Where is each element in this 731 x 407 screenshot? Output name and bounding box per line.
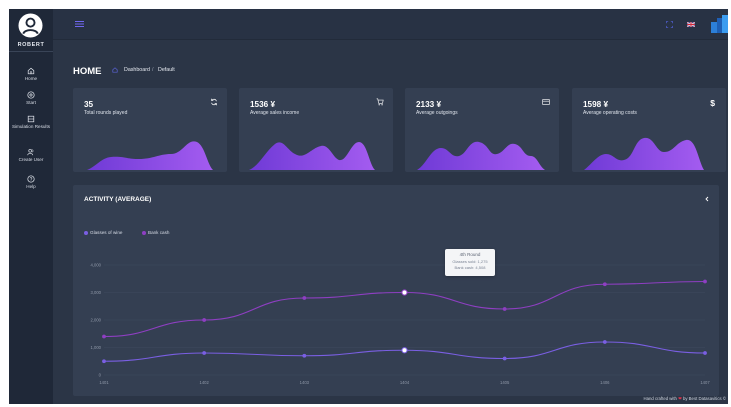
y-tick-label: 0 [99, 373, 102, 378]
user-name: ROBERT [17, 42, 45, 48]
y-tick-label: 2,000 [91, 318, 102, 323]
logo-icon[interactable] [711, 15, 728, 33]
breadcrumb-dashboard[interactable]: Dashboard [124, 67, 150, 73]
card-value: 2133 ¥ [416, 100, 442, 109]
footer-prefix: Hand crafted with [643, 396, 677, 401]
card-wave-chart [417, 141, 545, 170]
cart-icon [376, 98, 384, 106]
data-point [502, 356, 507, 361]
y-tick-label: 3,000 [91, 290, 102, 295]
heart-icon: ❤ [678, 396, 682, 401]
sidebar-item-create-user[interactable]: Create User [9, 148, 53, 163]
uk-flag-icon[interactable] [687, 22, 695, 27]
card-label: Average sales income [250, 110, 300, 116]
data-point [302, 353, 307, 358]
card-label: Total rounds played [84, 110, 128, 116]
activity-line-chart: 0 1,000 2,000 3,000 4,000 1401 1402 1403 1404 140… [91, 263, 711, 386]
sidebar: ROBERT Home Start Simulation Results Cre… [9, 9, 53, 404]
chart-tooltip: 4th Round Glasses sold: 1,275 Bank cash:… [445, 249, 495, 276]
breadcrumb-home-icon[interactable] [112, 67, 118, 73]
card-value: 1536 ¥ [250, 100, 276, 109]
x-tick-label: 1405 [500, 380, 510, 385]
play-circle-icon [27, 91, 35, 99]
sidebar-item-label: Help [26, 184, 36, 189]
breadcrumb-separator: / [152, 67, 154, 73]
refresh-icon [211, 98, 217, 106]
help-circle-icon [27, 175, 35, 183]
sidebar-item-home[interactable]: Home [9, 67, 53, 82]
data-point [202, 351, 207, 355]
results-icon [27, 115, 35, 123]
y-tick-label: 1,000 [91, 345, 102, 350]
dollar-icon: $ [710, 98, 715, 108]
sidebar-item-label: Start [26, 100, 36, 105]
card-wave-chart [87, 141, 213, 170]
tooltip-title: 4th Round [459, 252, 481, 257]
users-icon [27, 149, 34, 156]
x-tick-label: 1402 [200, 380, 210, 385]
fullscreen-icon[interactable] [666, 21, 673, 28]
tooltip-line: Glasses sold: 1,275 [452, 258, 488, 264]
data-point [401, 347, 408, 354]
tooltip-line: Bank cash: 4,508 [454, 265, 486, 270]
data-point [602, 282, 607, 287]
card-label: Average outgoings [416, 110, 458, 116]
data-point [302, 296, 307, 300]
breadcrumb-default[interactable]: Default [158, 67, 175, 73]
data-point [703, 279, 707, 284]
x-tick-label: 1404 [400, 380, 410, 385]
home-icon [27, 67, 35, 75]
sidebar-item-help[interactable]: Help [9, 175, 53, 190]
data-point [102, 334, 106, 339]
wallet-icon [542, 99, 550, 105]
data-point [602, 340, 607, 344]
card-wave-chart [249, 142, 375, 170]
y-tick-label: 4,000 [91, 263, 102, 268]
avatar-icon[interactable] [18, 13, 43, 38]
topbar [53, 9, 728, 40]
data-point [102, 359, 106, 364]
x-tick-label: 1406 [600, 380, 610, 385]
card-wave-chart [584, 137, 704, 170]
card-value: 35 [84, 100, 94, 109]
footer: Hand crafted with ❤ by Best Datasavitics… [644, 396, 727, 402]
data-point [703, 351, 707, 355]
card-label: Average operating costs [583, 110, 637, 116]
menu-icon[interactable] [75, 20, 84, 28]
app-frame: ROBERT Home Start Simulation Results Cre… [9, 9, 728, 404]
stat-card-operating-costs: 1598 ¥ Average operating costs $ [572, 88, 726, 172]
x-tick-label: 1407 [700, 380, 710, 385]
activity-panel: ACTIVITY (AVERAGE) Glasses of wine Bank … [73, 185, 719, 396]
stat-card-rounds: 35 Total rounds played [73, 88, 227, 172]
data-point [401, 289, 408, 296]
sidebar-item-simulation-results[interactable]: Simulation Results [9, 115, 53, 130]
card-value: 1598 ¥ [583, 100, 609, 109]
data-point [502, 307, 507, 311]
page-title: HOME [73, 66, 102, 77]
sidebar-item-label: Create User [18, 157, 44, 162]
stat-card-outgoings: 2133 ¥ Average outgoings [405, 88, 559, 172]
sidebar-item-label: Simulation Results [11, 124, 51, 129]
sidebar-item-start[interactable]: Start [9, 91, 53, 106]
sidebar-item-label: Home [24, 76, 38, 81]
x-tick-label: 1403 [300, 380, 310, 385]
stat-card-sales-income: 1536 ¥ Average sales income [239, 88, 393, 172]
x-tick-label: 1401 [99, 380, 109, 385]
footer-suffix: by Best Datasavitics © [682, 396, 726, 401]
divider [9, 51, 53, 52]
data-point [202, 318, 207, 322]
